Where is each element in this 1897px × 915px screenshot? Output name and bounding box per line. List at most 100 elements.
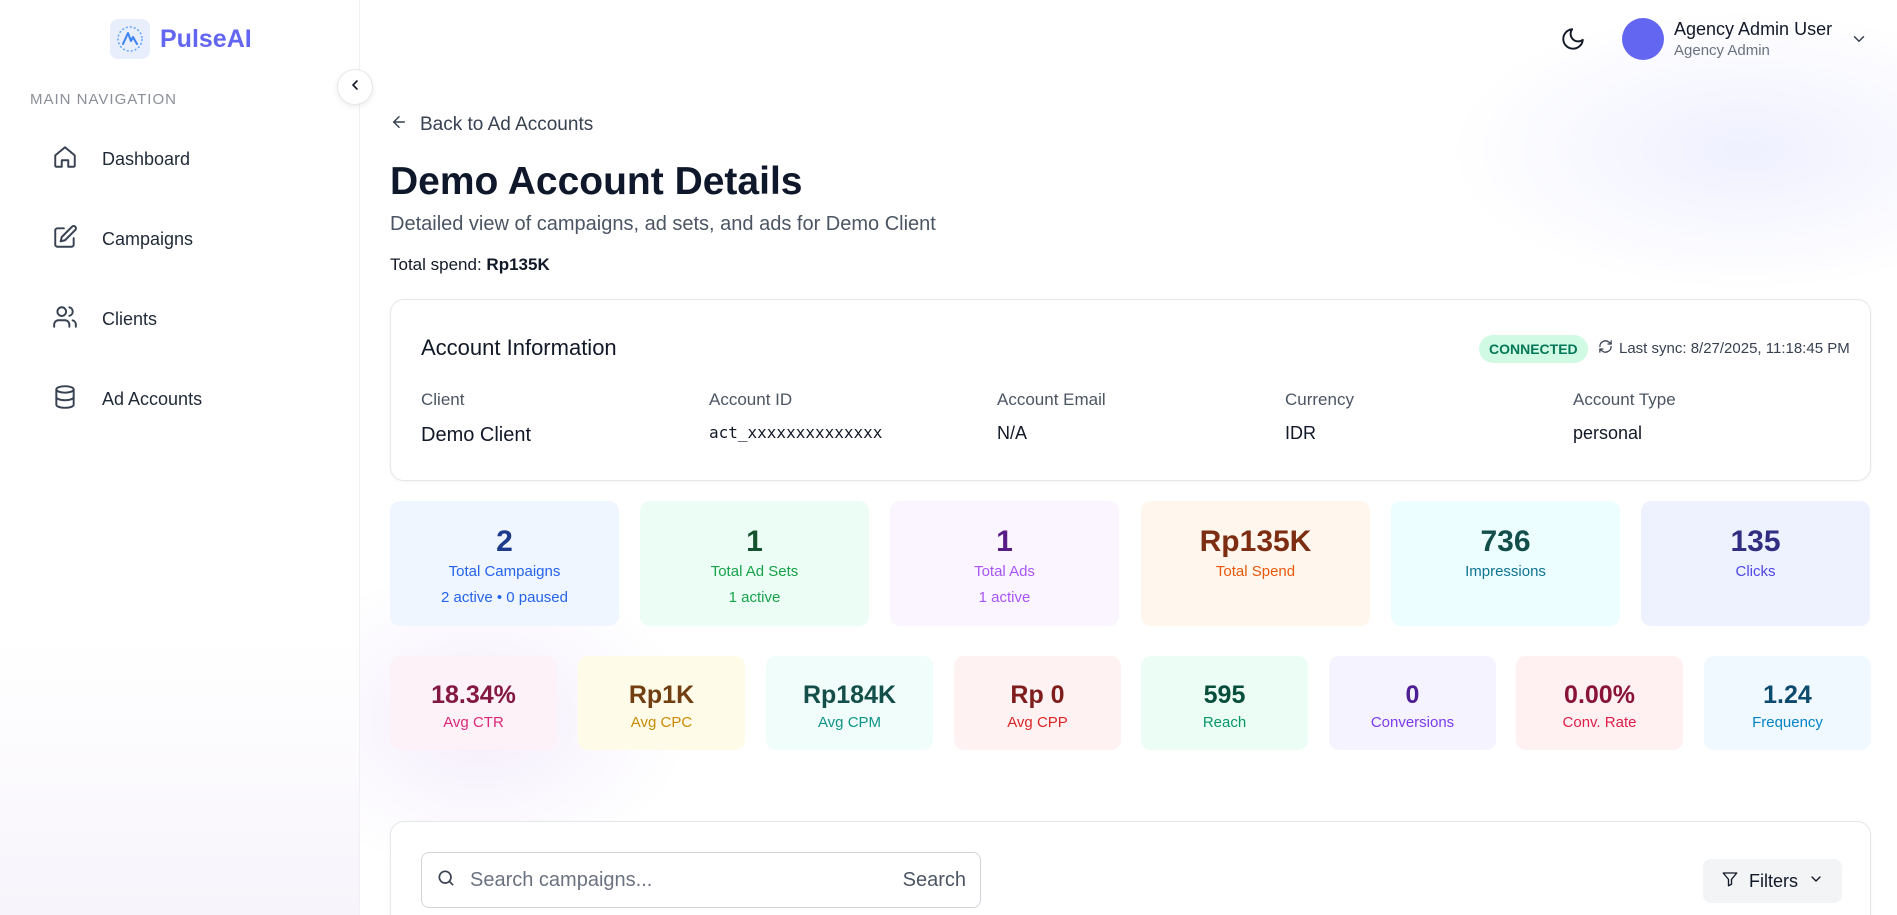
arrow-left-icon — [390, 113, 408, 137]
nav-heading: MAIN NAVIGATION — [30, 91, 177, 108]
stat-card-total-ad-sets: 1 Total Ad Sets 1 active — [640, 501, 869, 626]
stat-value: 1 — [746, 525, 763, 558]
field-value-account-id: act_xxxxxxxxxxxxxx — [709, 423, 883, 442]
stat-label: Avg CPM — [817, 714, 882, 731]
total-spend-label: Total spend: — [390, 255, 482, 274]
brand-logo[interactable]: PulseAI — [110, 19, 252, 59]
user-name: Agency Admin User — [1674, 19, 1833, 39]
last-sync-text: Last sync: 8/27/2025, 11:18:45 PM — [1619, 340, 1850, 357]
sidebar-item-dashboard[interactable]: Dashboard — [52, 142, 190, 176]
sidebar-item-label: Campaigns — [102, 228, 194, 249]
stat-value: Rp184K — [802, 681, 897, 709]
stat-card-clicks: 135 Clicks — [1641, 501, 1870, 626]
field-value-account-type: personal — [1573, 423, 1643, 443]
home-icon — [52, 144, 78, 175]
sidebar-item-clients[interactable]: Clients — [52, 302, 157, 336]
stat-value: 0.00% — [1564, 681, 1635, 709]
stat-value: 0 — [1405, 681, 1420, 709]
field-value-account-email: N/A — [997, 423, 1028, 443]
page-subtitle: Detailed view of campaigns, ad sets, and… — [390, 213, 936, 235]
page-title: Demo Account Details — [390, 160, 803, 203]
user-menu[interactable]: Agency Admin User Agency Admin — [1622, 18, 1868, 60]
field-value-client: Demo Client — [421, 424, 532, 446]
sidebar-item-campaigns[interactable]: Campaigns — [52, 222, 193, 256]
stat-card-conv-rate: 0.00% Conv. Rate — [1516, 656, 1683, 750]
stat-value: 135 — [1730, 525, 1781, 558]
sidebar-item-label: Clients — [102, 308, 158, 329]
stat-value: 1.24 — [1763, 681, 1812, 709]
stat-value: Rp1K — [628, 681, 695, 709]
user-role: Agency Admin — [1674, 42, 1770, 59]
chevron-down-icon — [1808, 871, 1824, 892]
stat-value: 1 — [996, 525, 1013, 558]
brand-name: PulseAI — [160, 24, 252, 53]
chevron-left-icon — [347, 77, 363, 98]
back-link-label: Back to Ad Accounts — [420, 114, 594, 135]
stat-card-frequency: 1.24 Frequency — [1704, 656, 1871, 750]
avatar — [1622, 18, 1664, 60]
search-icon — [436, 868, 456, 893]
search-input[interactable] — [470, 868, 889, 892]
users-icon — [52, 304, 78, 335]
search-button[interactable]: Search — [903, 869, 966, 892]
field-label-account-id: Account ID — [709, 390, 793, 409]
campaign-search-card: Search Filters — [390, 821, 1871, 915]
total-spend: Total spend: Rp135K — [390, 255, 550, 275]
stat-value: Rp135K — [1199, 525, 1312, 558]
sidebar-item-ad-accounts[interactable]: Ad Accounts — [52, 382, 202, 416]
chevron-down-icon — [1850, 30, 1868, 48]
stat-subtext: 1 active — [978, 589, 1031, 606]
stat-card-total-ads: 1 Total Ads 1 active — [890, 501, 1119, 626]
stat-label: Total Campaigns — [448, 563, 561, 580]
refresh-icon — [1598, 339, 1613, 358]
stat-label: Conv. Rate — [1562, 714, 1637, 731]
stat-label: Total Ad Sets — [710, 563, 799, 580]
stat-label: Avg CPC — [630, 714, 693, 731]
search-box: Search — [421, 852, 981, 908]
status-badge: CONNECTED — [1479, 335, 1588, 363]
filters-button[interactable]: Filters — [1703, 859, 1842, 903]
stat-label: Frequency — [1752, 714, 1823, 731]
stat-card-total-spend: Rp135K Total Spend — [1141, 501, 1370, 626]
field-value-currency: IDR — [1285, 423, 1316, 443]
stat-label: Conversions — [1370, 714, 1455, 731]
pulse-logo-icon — [110, 19, 150, 59]
stat-subtext: 2 active • 0 paused — [440, 589, 568, 606]
stat-card-avg-ctr: 18.34% Avg CTR — [390, 656, 557, 750]
total-spend-value: Rp135K — [486, 255, 550, 274]
sidebar-item-label: Ad Accounts — [102, 388, 203, 409]
stat-value: Rp 0 — [1010, 681, 1065, 709]
stat-label: Avg CPP — [1007, 714, 1068, 731]
stat-label: Reach — [1202, 714, 1247, 731]
stat-label: Avg CTR — [443, 714, 504, 731]
stat-card-avg-cpp: Rp 0 Avg CPP — [954, 656, 1121, 750]
sidebar: PulseAI MAIN NAVIGATION Dashboard Campai… — [0, 0, 360, 915]
last-sync: Last sync: 8/27/2025, 11:18:45 PM — [1598, 339, 1850, 358]
field-label-currency: Currency — [1285, 390, 1354, 409]
field-label-client: Client — [421, 390, 465, 409]
stat-label: Clicks — [1735, 563, 1776, 580]
account-info-title: Account Information — [421, 335, 617, 360]
filter-icon — [1721, 870, 1739, 893]
moon-icon[interactable] — [1560, 26, 1586, 52]
stat-value: 595 — [1203, 681, 1246, 709]
stat-card-total-campaigns: 2 Total Campaigns 2 active • 0 paused — [390, 501, 619, 626]
stat-label: Impressions — [1465, 563, 1546, 580]
filters-label: Filters — [1749, 870, 1798, 891]
edit-icon — [52, 224, 78, 255]
account-info-card: Account Information CONNECTED Last sync:… — [390, 299, 1871, 481]
stat-card-conversions: 0 Conversions — [1329, 656, 1496, 750]
stat-subtext: 1 active — [728, 589, 781, 606]
stat-card-reach: 595 Reach — [1141, 656, 1308, 750]
collapse-sidebar-button[interactable] — [337, 69, 373, 105]
field-label-account-email: Account Email — [997, 390, 1106, 409]
field-label-account-type: Account Type — [1573, 390, 1676, 409]
stat-card-impressions: 736 Impressions — [1391, 501, 1620, 626]
stat-value: 2 — [496, 525, 513, 558]
stat-label: Total Ads — [974, 563, 1035, 580]
back-link[interactable]: Back to Ad Accounts — [390, 113, 593, 137]
stat-value: 18.34% — [431, 681, 516, 709]
stat-label: Total Spend — [1215, 563, 1296, 580]
database-icon — [52, 384, 78, 415]
stat-card-avg-cpm: Rp184K Avg CPM — [766, 656, 933, 750]
